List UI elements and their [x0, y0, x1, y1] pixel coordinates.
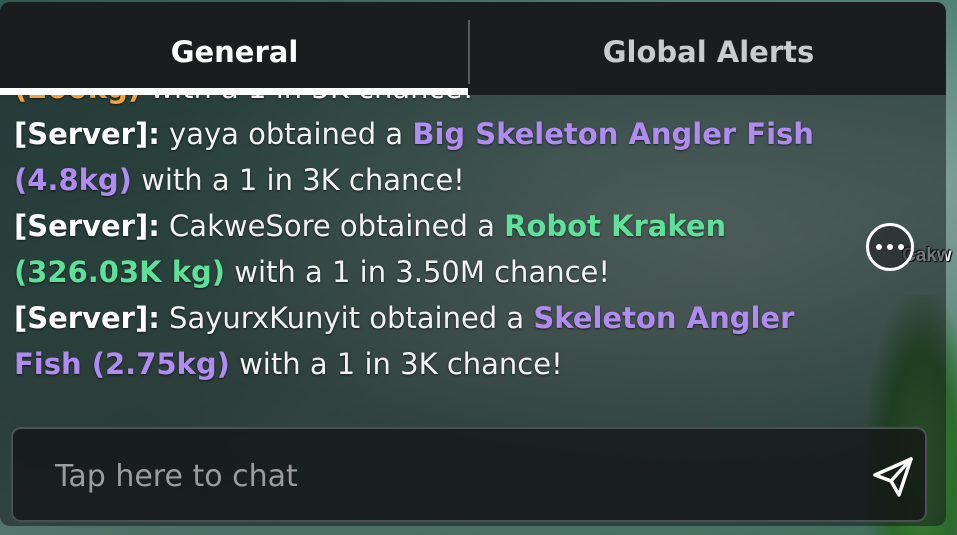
tab-general[interactable]: General: [0, 2, 469, 95]
message-prefix: [Server]:: [14, 301, 160, 335]
chat-input-box[interactable]: [11, 427, 927, 522]
chat-message: (200kg) with a 1 in 5K chance!: [14, 95, 814, 111]
chat-message: [Server]: yaya obtained a Big Skeleton A…: [14, 111, 814, 203]
message-item: (200kg): [14, 95, 141, 105]
message-suffix: with a 1 in 3.50M chance!: [225, 255, 611, 289]
message-prefix: [Server]:: [14, 209, 160, 243]
chat-window: General Global Alerts (200kg) with a 1 i…: [0, 2, 946, 526]
send-icon[interactable]: [869, 453, 917, 501]
active-tab-indicator: [0, 88, 468, 95]
tab-bar: General Global Alerts: [0, 2, 946, 95]
more-options-icon: [898, 244, 904, 250]
more-options-icon: [887, 244, 893, 250]
chat-message: [Server]: CakweSore obtained a Robot Kra…: [14, 203, 814, 295]
message-text: SayurxKunyit obtained a: [159, 301, 534, 335]
message-prefix: [Server]:: [14, 117, 160, 151]
message-text: CakweSore obtained a: [159, 209, 505, 243]
chat-message: [Server]: SayurxKunyit obtained a Skelet…: [14, 295, 814, 387]
tab-global-alerts[interactable]: Global Alerts: [471, 2, 946, 95]
message-suffix: with a 1 in 3K chance!: [131, 163, 465, 197]
more-options-button[interactable]: [866, 223, 914, 271]
message-suffix: with a 1 in 3K chance!: [229, 347, 563, 381]
message-suffix: with a 1 in 5K chance!: [141, 95, 474, 105]
chat-input[interactable]: [55, 449, 835, 503]
message-list[interactable]: (200kg) with a 1 in 5K chance! [Server]:…: [0, 95, 946, 423]
message-text: yaya obtained a: [159, 117, 413, 151]
tab-divider: [468, 20, 470, 84]
more-options-icon: [876, 244, 882, 250]
